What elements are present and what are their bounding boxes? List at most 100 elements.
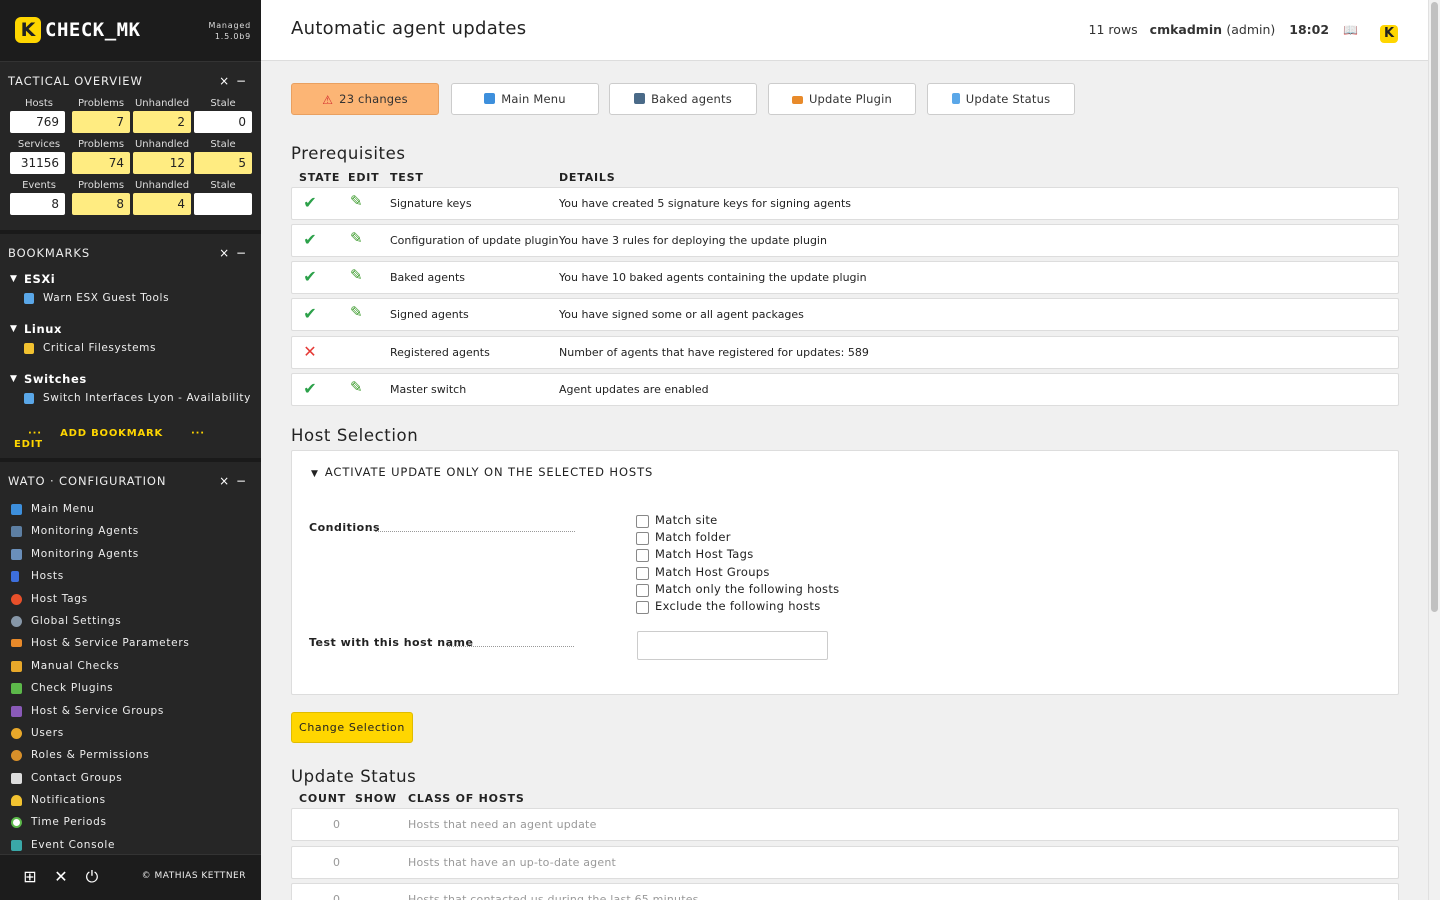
match-site-checkbox[interactable]: Match site	[636, 512, 718, 529]
edit-pencil-icon[interactable]: ✎	[350, 378, 363, 396]
match-folder-checkbox[interactable]: Match folder	[636, 529, 731, 546]
scrollbar[interactable]	[1428, 0, 1440, 900]
page-title: Automatic agent updates	[291, 18, 527, 39]
wato-item-users[interactable]: Users	[0, 722, 261, 744]
hosts-unhandled[interactable]: 2	[133, 111, 191, 133]
wato-item-hosts[interactable]: Hosts	[0, 565, 261, 587]
triangle-down-icon: ▼	[10, 274, 18, 284]
table-row: 0 Hosts that have an up-to-date agent	[291, 846, 1399, 879]
events-total[interactable]: 8	[10, 193, 65, 215]
copyright[interactable]: © MATHIAS KETTNER	[142, 871, 246, 881]
close-icon[interactable]: ×	[219, 474, 230, 488]
wato-item-notifications[interactable]: Notifications	[0, 789, 261, 811]
match-host-tags-checkbox[interactable]: Match Host Tags	[636, 546, 754, 563]
show-cell[interactable]	[348, 847, 402, 878]
snapin-wato: WATO · CONFIGURATION × − Main Menu Monito…	[0, 462, 261, 856]
minimize-icon[interactable]: −	[236, 246, 247, 260]
settings-icon[interactable]: ✕	[51, 867, 71, 887]
events-unhandled[interactable]: 4	[133, 193, 191, 215]
table-row: ✔ ✎ Signature keys You have created 5 si…	[291, 187, 1399, 220]
changes-button[interactable]: ⚠ 23 changes	[291, 83, 439, 115]
contact-groups-icon	[11, 772, 22, 784]
col-header-test: TEST	[390, 171, 424, 184]
wato-item-check-plugins[interactable]: Check Plugins	[0, 677, 261, 699]
bell-icon	[11, 795, 22, 807]
wato-item-host-service-parameters[interactable]: Host & Service Parameters	[0, 632, 261, 654]
services-stale[interactable]: 5	[194, 152, 252, 174]
wato-item-main-menu[interactable]: Main Menu	[0, 498, 261, 520]
user-name[interactable]: cmkadmin (admin)	[1150, 22, 1276, 37]
edit-pencil-icon[interactable]: ✎	[350, 266, 363, 284]
baked-agents-button[interactable]: Baked agents	[609, 83, 757, 115]
col-label: Stale	[210, 139, 236, 150]
hosts-stale[interactable]: 0	[194, 111, 252, 133]
wato-item-monitoring-agents[interactable]: Monitoring Agents	[0, 520, 261, 542]
edit-pencil-icon[interactable]: ✎	[350, 303, 363, 321]
events-problems[interactable]: 8	[72, 193, 130, 215]
wato-item-contact-groups[interactable]: Contact Groups	[0, 767, 261, 789]
bookmark-item[interactable]: Switch Interfaces Lyon - Availability	[0, 388, 261, 408]
test-host-input[interactable]	[637, 631, 828, 660]
wato-item-time-periods[interactable]: Time Periods	[0, 811, 261, 833]
edit-pencil-icon[interactable]: ✎	[350, 192, 363, 210]
hosts-total[interactable]: 769	[10, 111, 65, 133]
update-plugin-button[interactable]: Update Plugin	[768, 83, 916, 115]
dotted-leader	[375, 531, 575, 532]
wato-item-monitoring-agents-2[interactable]: Monitoring Agents	[0, 543, 261, 565]
services-total[interactable]: 31156	[10, 152, 65, 174]
hosts-problems[interactable]: 7	[72, 111, 130, 133]
brand-name[interactable]: CHECK_MK	[45, 19, 141, 41]
minimize-icon[interactable]: −	[236, 474, 247, 488]
wato-item-global-settings[interactable]: Global Settings	[0, 610, 261, 632]
tactical-row-hosts: Hosts Problems Unhandled Stale 769 7 2 0	[0, 98, 261, 139]
check-icon: ✔	[303, 379, 317, 398]
conditions-label: Conditions	[309, 521, 381, 534]
snapin-title[interactable]: WATO · CONFIGURATION	[8, 474, 166, 488]
bookmark-item[interactable]: Critical Filesystems	[0, 338, 261, 358]
hosts-icon	[11, 571, 19, 583]
check-icon: ✔	[303, 193, 317, 212]
logout-icon[interactable]: ⏻	[82, 867, 102, 887]
add-snapin-icon[interactable]: ⊞	[20, 867, 40, 887]
close-icon[interactable]: ×	[219, 74, 230, 88]
wato-item-host-tags[interactable]: Host Tags	[0, 588, 261, 610]
bookmark-folder-linux[interactable]: ▼ Linux	[0, 320, 261, 338]
change-selection-button[interactable]: Change Selection	[291, 712, 413, 743]
bookmark-folder-esxi[interactable]: ▼ ESXi	[0, 270, 261, 288]
wato-item-event-console[interactable]: Event Console	[0, 834, 261, 856]
add-bookmark-link[interactable]: ··· ADD BOOKMARK	[14, 428, 163, 439]
wato-item-roles-permissions[interactable]: Roles & Permissions	[0, 744, 261, 766]
home-icon	[484, 93, 496, 104]
match-host-groups-checkbox[interactable]: Match Host Groups	[636, 564, 770, 581]
show-cell[interactable]	[348, 809, 402, 840]
table-row: ✔ ✎ Configuration of update plugin You h…	[291, 224, 1399, 257]
activate-selection-toggle[interactable]: ▼ ACTIVATE UPDATE ONLY ON THE SELECTED HO…	[311, 465, 653, 479]
col-header-state: STATE	[299, 171, 341, 184]
snapin-title[interactable]: BOOKMARKS	[8, 246, 90, 260]
checkmk-icon[interactable]: K	[1380, 25, 1398, 43]
exclude-hosts-checkbox[interactable]: Exclude the following hosts	[636, 598, 821, 615]
main-menu-button[interactable]: Main Menu	[451, 83, 599, 115]
checkmk-logo-icon[interactable]: K	[15, 17, 41, 43]
minimize-icon[interactable]: −	[236, 74, 247, 88]
book-icon[interactable]: 📖	[1343, 23, 1358, 37]
wato-item-manual-checks[interactable]: Manual Checks	[0, 655, 261, 677]
events-stale[interactable]	[194, 193, 252, 215]
col-label: Services	[17, 139, 61, 150]
services-problems[interactable]: 74	[72, 152, 130, 174]
col-label: Unhandled	[134, 180, 190, 191]
scrollbar-thumb[interactable]	[1431, 2, 1438, 612]
edit-pencil-icon[interactable]: ✎	[350, 229, 363, 247]
update-status-button[interactable]: Update Status	[927, 83, 1075, 115]
close-icon[interactable]: ×	[219, 246, 230, 260]
bookmark-item[interactable]: Warn ESX Guest Tools	[0, 288, 261, 308]
sidebar-footer: ⊞ ✕ ⏻ © MATHIAS KETTNER	[0, 854, 261, 900]
wato-item-host-service-groups[interactable]: Host & Service Groups	[0, 700, 261, 722]
show-cell[interactable]	[348, 884, 402, 900]
table-row: ✔ ✎ Baked agents You have 10 baked agent…	[291, 261, 1399, 294]
manual-checks-icon	[11, 660, 22, 672]
services-unhandled[interactable]: 12	[133, 152, 191, 174]
match-following-hosts-checkbox[interactable]: Match only the following hosts	[636, 581, 839, 598]
snapin-title[interactable]: TACTICAL OVERVIEW	[8, 74, 143, 88]
bookmark-folder-switches[interactable]: ▼ Switches	[0, 370, 261, 388]
